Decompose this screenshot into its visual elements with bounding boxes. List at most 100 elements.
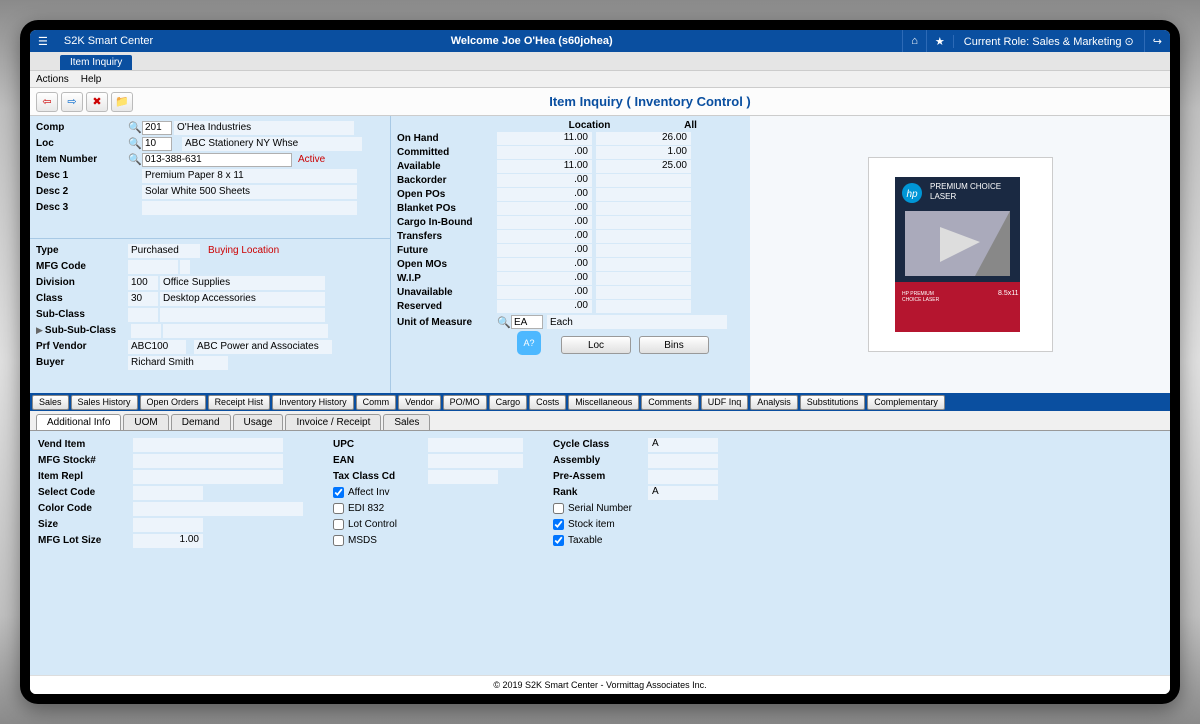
size-label: Size: [38, 519, 133, 530]
desc3-value: [142, 201, 357, 215]
mfgstock-label: MFG Stock#: [38, 455, 133, 466]
comp-label: Comp: [36, 122, 128, 133]
inv-all-value: [596, 300, 691, 313]
menu-help[interactable]: Help: [81, 74, 102, 85]
itemrepl-label: Item Repl: [38, 471, 133, 482]
tab-cargo[interactable]: Cargo: [489, 395, 528, 410]
affectinv-checkbox[interactable]: [333, 487, 344, 498]
msds-checkbox[interactable]: [333, 535, 344, 546]
uom-code-input[interactable]: [511, 315, 543, 329]
division-code: 100: [128, 276, 158, 290]
item-search-icon[interactable]: 🔍: [128, 153, 142, 166]
tab-po/mo[interactable]: PO/MO: [443, 395, 487, 410]
desc2-value: Solar White 500 Sheets: [142, 185, 357, 199]
subclass-label: Sub-Class: [36, 309, 128, 320]
prfvendor-label: Prf Vendor: [36, 341, 128, 352]
hamburger-menu-icon[interactable]: ☰: [30, 35, 56, 48]
division-label: Division: [36, 277, 128, 288]
tab-costs[interactable]: Costs: [529, 395, 566, 410]
inv-loc-value: .00: [497, 300, 592, 313]
main-tab-strip: SalesSales HistoryOpen OrdersReceipt His…: [30, 393, 1170, 411]
taxclass-label: Tax Class Cd: [333, 471, 428, 482]
home-icon[interactable]: ⌂: [902, 30, 926, 52]
menu-actions[interactable]: Actions: [36, 74, 69, 85]
stockitem-checkbox[interactable]: [553, 519, 564, 530]
expand-icon[interactable]: ▶: [36, 325, 43, 336]
inv-all-value: [596, 286, 691, 299]
tab-comm[interactable]: Comm: [356, 395, 397, 410]
role-selector[interactable]: Current Role: Sales & Marketing ⊙: [953, 35, 1144, 48]
svg-text:LASER: LASER: [930, 192, 956, 201]
inv-loc-value: .00: [497, 230, 592, 243]
inv-label: On Hand: [397, 133, 497, 144]
subtab-demand[interactable]: Demand: [171, 414, 231, 430]
app-icon[interactable]: A?: [517, 331, 541, 355]
forward-button[interactable]: ⇨: [61, 92, 83, 112]
inv-label: Future: [397, 245, 497, 256]
type-value: Purchased: [128, 244, 200, 258]
loc-search-icon[interactable]: 🔍: [128, 137, 142, 150]
desc1-value: Premium Paper 8 x 11: [142, 169, 357, 183]
edi832-checkbox[interactable]: [333, 503, 344, 514]
inv-all-value: [596, 216, 691, 229]
subtab-additional-info[interactable]: Additional Info: [36, 414, 121, 430]
folder-button[interactable]: 📁: [111, 92, 133, 112]
tab-substitutions[interactable]: Substitutions: [800, 395, 866, 410]
serialnumber-checkbox[interactable]: [553, 503, 564, 514]
window-tab-row: Item Inquiry: [30, 52, 1170, 70]
subtab-sales[interactable]: Sales: [383, 414, 430, 430]
ean-label: EAN: [333, 455, 428, 466]
svg-text:PREMIUM CHOICE: PREMIUM CHOICE: [930, 182, 1001, 191]
col-location: Location: [542, 120, 637, 131]
loc-code-input[interactable]: [142, 137, 172, 151]
subtab-uom[interactable]: UOM: [123, 414, 168, 430]
class-label: Class: [36, 293, 128, 304]
comp-name: O'Hea Industries: [174, 121, 354, 135]
svg-text:hp: hp: [906, 189, 918, 200]
comp-code-input[interactable]: [142, 121, 172, 135]
tab-item-inquiry[interactable]: Item Inquiry: [60, 55, 132, 70]
cycleclass-value: A: [648, 438, 718, 452]
preassem-label: Pre-Assem: [553, 471, 648, 482]
favorite-icon[interactable]: ★: [926, 30, 953, 52]
inv-label: Open MOs: [397, 259, 497, 270]
welcome-text: Welcome Joe O'Hea (s60johea): [161, 35, 902, 47]
lotcontrol-checkbox[interactable]: [333, 519, 344, 530]
tab-complementary[interactable]: Complementary: [867, 395, 945, 410]
tab-sales-history[interactable]: Sales History: [71, 395, 138, 410]
tab-receipt-hist[interactable]: Receipt Hist: [208, 395, 271, 410]
tab-udf-inq[interactable]: UDF Inq: [701, 395, 749, 410]
inv-loc-value: .00: [497, 174, 592, 187]
colorcode-label: Color Code: [38, 503, 133, 514]
menu-bar: Actions Help: [30, 70, 1170, 88]
tab-inventory-history[interactable]: Inventory History: [272, 395, 354, 410]
tab-comments[interactable]: Comments: [641, 395, 699, 410]
inv-label: Open POs: [397, 189, 497, 200]
mfgcode-label: MFG Code: [36, 261, 128, 272]
subtab-usage[interactable]: Usage: [233, 414, 284, 430]
upc-label: UPC: [333, 439, 428, 450]
tab-analysis[interactable]: Analysis: [750, 395, 798, 410]
subsubclass-label: Sub-Sub-Class: [45, 325, 131, 336]
cancel-button[interactable]: ✖: [86, 92, 108, 112]
taxable-checkbox[interactable]: [553, 535, 564, 546]
loc-button[interactable]: Loc: [561, 336, 631, 354]
subtab-invoice-/-receipt[interactable]: Invoice / Receipt: [285, 414, 381, 430]
inv-all-value: [596, 258, 691, 271]
tab-vendor[interactable]: Vendor: [398, 395, 441, 410]
inv-all-value: [596, 230, 691, 243]
tab-miscellaneous[interactable]: Miscellaneous: [568, 395, 639, 410]
inv-label: Unavailable: [397, 287, 497, 298]
comp-search-icon[interactable]: 🔍: [128, 121, 142, 134]
item-number-input[interactable]: [142, 153, 292, 167]
inv-label: Reserved: [397, 301, 497, 312]
bins-button[interactable]: Bins: [639, 336, 709, 354]
desc1-label: Desc 1: [36, 170, 128, 181]
buyer-label: Buyer: [36, 357, 128, 368]
tab-open-orders[interactable]: Open Orders: [140, 395, 206, 410]
back-button[interactable]: ⇦: [36, 92, 58, 112]
top-bar: ☰ S2K Smart Center Welcome Joe O'Hea (s6…: [30, 30, 1170, 52]
logout-icon[interactable]: ↪: [1144, 30, 1170, 52]
uom-search-icon[interactable]: 🔍: [497, 316, 511, 329]
tab-sales[interactable]: Sales: [32, 395, 69, 410]
